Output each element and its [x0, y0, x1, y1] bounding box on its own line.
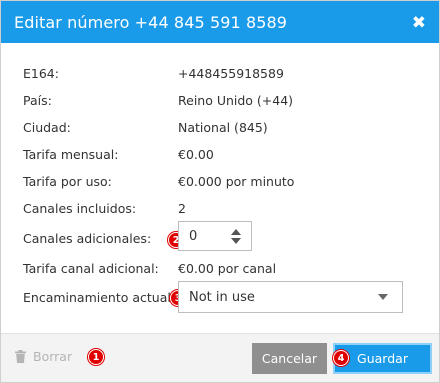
annotation-badge-4: 4 — [333, 350, 349, 366]
canales-incluidos-value: 2 — [178, 200, 186, 216]
encaminamiento-selected-value: Not in use — [189, 289, 255, 305]
close-icon[interactable]: ✖ — [412, 13, 426, 33]
canales-adicionales-stepper[interactable]: 0 — [178, 221, 252, 251]
ciudad-label: Ciudad: — [23, 119, 71, 135]
encaminamiento-select[interactable]: Not in use — [178, 281, 403, 313]
tarifa-mensual-value: €0.00 — [178, 146, 214, 162]
cancel-button[interactable]: Cancelar — [252, 343, 327, 374]
row-ciudad: Ciudad: National (845) — [23, 117, 403, 137]
ciudad-value: National (845) — [178, 119, 268, 135]
canales-adicionales-input[interactable]: 0 — [179, 229, 225, 244]
tarifa-canal-adicional-value: €0.00 por canal — [178, 260, 277, 276]
tarifa-mensual-label: Tarifa mensual: — [23, 146, 119, 162]
dialog-footer: Borrar 1 Cancelar Guardar 4 — [1, 333, 439, 382]
edit-number-dialog: Editar número +44 845 591 8589 ✖ E164: +… — [0, 0, 440, 383]
delete-button[interactable]: Borrar — [15, 349, 72, 364]
e164-label: E164: — [23, 65, 59, 81]
row-tarifa-uso: Tarifa por uso: €0.000 por minuto — [23, 171, 403, 191]
canales-adicionales-label: Canales adicionales: — [23, 230, 152, 246]
row-tarifa-mensual: Tarifa mensual: €0.00 — [23, 144, 403, 164]
trash-icon — [15, 350, 26, 363]
e164-value: +448455918589 — [178, 65, 284, 81]
pais-label: País: — [23, 92, 52, 108]
row-tarifa-canal-adicional: Tarifa canal adicional: €0.00 por canal — [23, 258, 403, 278]
row-canales-incluidos: Canales incluidos: 2 — [23, 198, 403, 218]
delete-label: Borrar — [33, 349, 73, 364]
dialog-title: Editar número +44 845 591 8589 — [14, 12, 288, 32]
caret-down-icon[interactable] — [378, 294, 388, 300]
stepper-arrows[interactable] — [225, 228, 247, 244]
tarifa-uso-value: €0.000 por minuto — [178, 173, 295, 189]
canales-incluidos-label: Canales incluidos: — [23, 200, 137, 216]
row-e164: E164: +448455918589 — [23, 63, 403, 83]
encaminamiento-label: Encaminamiento actual: — [23, 289, 176, 305]
annotation-badge-1: 1 — [88, 349, 104, 365]
dialog-header: Editar número +44 845 591 8589 ✖ — [1, 1, 439, 43]
pais-value: Reino Unido (+44) — [178, 92, 294, 108]
tarifa-canal-adicional-label: Tarifa canal adicional: — [23, 260, 159, 276]
tarifa-uso-label: Tarifa por uso: — [23, 173, 112, 189]
chevron-up-icon[interactable] — [231, 228, 241, 235]
chevron-down-icon[interactable] — [231, 237, 241, 244]
row-pais: País: Reino Unido (+44) — [23, 90, 403, 110]
